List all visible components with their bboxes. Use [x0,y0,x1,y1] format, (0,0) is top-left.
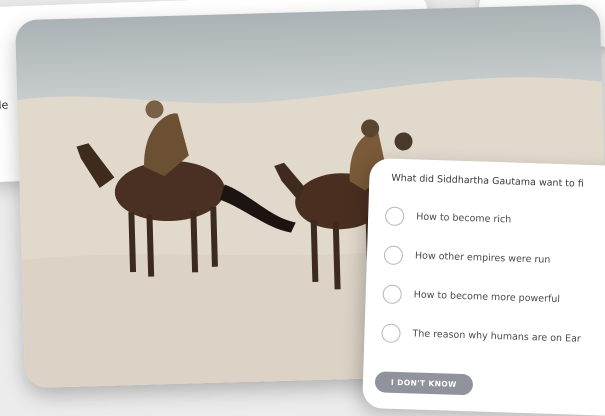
answer-label: How to become rich [415,211,512,226]
answer-option-2[interactable]: How other empires were run [383,245,551,269]
background-card-text: le [0,98,9,112]
answer-option-1[interactable]: How to become rich [384,206,512,230]
answer-label: How other empires were run [414,250,551,266]
answer-option-3[interactable]: How to become more powerful [382,284,560,309]
question-text: What did Siddhartha Gautama want to fi [391,172,584,190]
radio-button[interactable] [381,323,401,344]
quiz-card: What did Siddhartha Gautama want to fi H… [362,158,605,416]
radio-button[interactable] [383,245,404,266]
radio-button[interactable] [384,206,405,227]
answer-label: How to become more powerful [413,289,561,306]
answer-label: The reason why humans are on Ear [412,328,581,345]
radio-button[interactable] [382,284,403,305]
dont-know-button[interactable]: I DON'T KNOW [374,371,474,396]
answer-option-4[interactable]: The reason why humans are on Ear [381,323,581,348]
